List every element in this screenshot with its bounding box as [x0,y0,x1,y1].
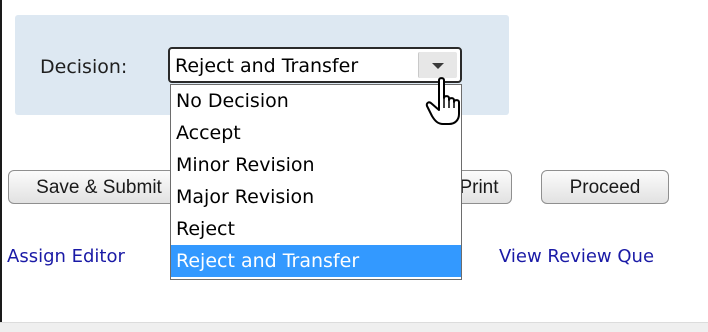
dropdown-option-no-decision[interactable]: No Decision [171,85,461,117]
chevron-down-icon [432,63,444,69]
view-review-link[interactable]: View Review Que [499,246,708,267]
dropdown-option-reject[interactable]: Reject [171,213,461,245]
dropdown-option-accept[interactable]: Accept [171,117,461,149]
window-frame-edge [0,0,2,331]
decision-dropdown-list: No Decision Accept Minor Revision Major … [170,84,462,280]
hand-pointer-cursor-icon [425,77,460,125]
dropdown-option-reject-and-transfer[interactable]: Reject and Transfer [171,245,461,277]
dropdown-option-minor-revision[interactable]: Minor Revision [171,149,461,181]
decision-select-value: Reject and Transfer [175,55,359,77]
decision-select-arrow-button[interactable] [418,52,457,78]
dropdown-option-major-revision[interactable]: Major Revision [171,181,461,213]
decision-select[interactable]: Reject and Transfer [168,47,462,83]
assign-editor-link[interactable]: Assign Editor [7,246,179,267]
decision-label: Decision: [40,56,128,78]
proceed-button[interactable]: Proceed [541,170,669,204]
save-submit-button[interactable]: Save & Submit [8,170,188,204]
